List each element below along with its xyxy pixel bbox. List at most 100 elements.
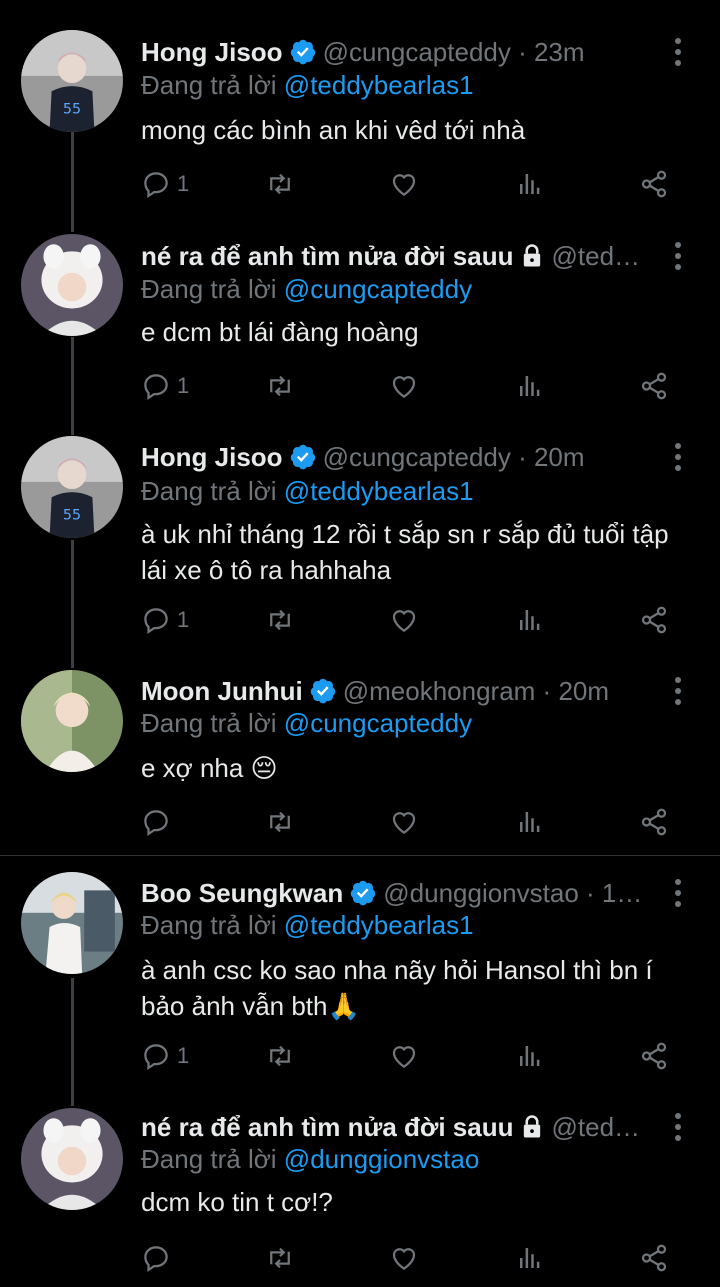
tweet-header: Boo Seungkwan @dunggionvstao · 1… [141,876,650,910]
replying-to: Đang trả lời @teddybearlas1 [141,910,474,941]
retweet-icon [270,609,290,631]
reply-count: 1 [177,373,190,398]
share-icon [641,808,667,836]
reply-mention[interactable]: @cungcapteddy [284,274,472,304]
analytics-icon [520,174,540,194]
svg-text:55: 55 [63,508,81,524]
handle-and-time[interactable]: @cungcapteddy · 23m [323,37,585,68]
like-button[interactable] [389,1036,419,1076]
views-button[interactable] [515,164,545,204]
avatar[interactable] [21,670,123,772]
like-button[interactable] [389,1238,419,1278]
reply-mention[interactable]: @teddybearlas1 [284,70,474,100]
tweet-header: né ra để anh tìm nửa đời sauu @ted… [141,239,650,273]
tweet[interactable]: 55 Hong Jisoo @cungcapteddy · 20m Đang t… [0,436,720,668]
views-button[interactable] [515,600,545,640]
heart-icon [392,376,416,398]
display-name[interactable]: Boo Seungkwan [141,878,343,909]
avatar[interactable] [21,872,123,974]
reply-mention[interactable]: @teddybearlas1 [284,910,474,940]
verified-badge-icon [290,39,315,65]
display-name[interactable]: né ra để anh tìm nửa đời sauu [141,241,514,272]
share-icon [641,170,667,198]
tweet[interactable]: Boo Seungkwan @dunggionvstao · 1… Đang t… [0,856,720,1106]
share-button[interactable] [639,366,669,406]
views-button[interactable] [515,366,545,406]
action-bar: 1 [141,1036,681,1076]
avatar[interactable] [21,234,123,336]
retweet-button[interactable] [265,164,295,204]
share-button[interactable] [639,1036,669,1076]
like-button[interactable] [389,366,419,406]
tweet-text: e dcm bt lái đàng hoàng [141,317,419,347]
tweet-text: à uk nhỉ tháng 12 rồi t sắp sn r sắp đủ … [141,519,669,585]
handle-and-time[interactable]: @dunggionvstao · 1… [383,878,642,909]
reply-button[interactable] [141,802,177,842]
heart-icon [392,1046,416,1068]
share-button[interactable] [639,1238,669,1278]
reply-mention[interactable]: @teddybearlas1 [284,476,474,506]
retweet-button[interactable] [265,366,295,406]
display-name[interactable]: Hong Jisoo [141,442,283,473]
more-dots-icon[interactable] [666,35,690,69]
avatar[interactable]: 55 [21,436,123,538]
retweet-button[interactable] [265,802,295,842]
reply-count: 1 [177,1043,190,1068]
like-button[interactable] [389,164,419,204]
reply-mention[interactable]: @dunggionvstao [284,1144,480,1174]
reply-icon [144,810,168,836]
reply-mention[interactable]: @cungcapteddy [284,708,472,738]
views-button[interactable] [515,1036,545,1076]
tweet[interactable]: Moon Junhui @meokhongram · 20m Đang trả … [0,668,720,854]
more-dots-icon[interactable] [666,674,690,708]
verified-badge-icon [290,444,315,470]
retweet-icon [270,811,290,833]
reply-count: 1 [177,171,190,196]
handle-and-time[interactable]: @meokhongram · 20m [343,676,609,707]
reply-button[interactable]: 1 [141,600,189,640]
share-button[interactable] [639,164,669,204]
retweet-icon [270,1045,290,1067]
reply-button[interactable] [141,1238,177,1278]
reply-button[interactable]: 1 [141,164,189,204]
tweet[interactable]: 55 Hong Jisoo @cungcapteddy · 23m Đang t… [0,0,720,232]
tweet-header: Hong Jisoo @cungcapteddy · 23m [141,35,650,69]
analytics-icon [520,1046,540,1066]
retweet-button[interactable] [265,600,295,640]
retweet-button[interactable] [265,1036,295,1076]
share-button[interactable] [639,600,669,640]
handle-and-time[interactable]: @cungcapteddy · 20m [323,442,585,473]
display-name[interactable]: Hong Jisoo [141,37,283,68]
display-name[interactable]: né ra để anh tìm nửa đời sauu [141,1112,514,1143]
tweet[interactable]: né ra để anh tìm nửa đời sauu @ted… Đang… [0,232,720,436]
action-bar: 1 [141,164,681,204]
more-dots-icon[interactable] [666,440,690,474]
views-button[interactable] [515,802,545,842]
reply-button[interactable]: 1 [141,1036,189,1076]
retweet-button[interactable] [265,1238,295,1278]
handle-and-time[interactable]: @ted… [552,241,641,272]
like-button[interactable] [389,600,419,640]
retweet-icon [270,1247,290,1269]
tweet[interactable]: né ra để anh tìm nửa đời sauu @ted… Đang… [0,1106,720,1287]
share-icon [641,1244,667,1272]
views-button[interactable] [515,1238,545,1278]
tweet-text: mong các bình an khi vêd tới nhà [141,115,526,145]
more-dots-icon[interactable] [666,239,690,273]
avatar[interactable] [21,1108,123,1210]
replying-to: Đang trả lời @cungcapteddy [141,274,472,305]
replying-to: Đang trả lời @dunggionvstao [141,1144,479,1175]
share-button[interactable] [639,802,669,842]
more-dots-icon[interactable] [666,1110,690,1144]
display-name[interactable]: Moon Junhui [141,676,303,707]
reply-icon [144,172,168,198]
like-button[interactable] [389,802,419,842]
reply-button[interactable]: 1 [141,366,189,406]
analytics-icon [520,376,540,396]
avatar[interactable]: 55 [21,30,123,132]
more-dots-icon[interactable] [666,876,690,910]
reply-icon [144,608,168,634]
handle-and-time[interactable]: @ted… [552,1112,641,1143]
analytics-icon [520,610,540,630]
replying-to: Đang trả lời @cungcapteddy [141,708,472,739]
